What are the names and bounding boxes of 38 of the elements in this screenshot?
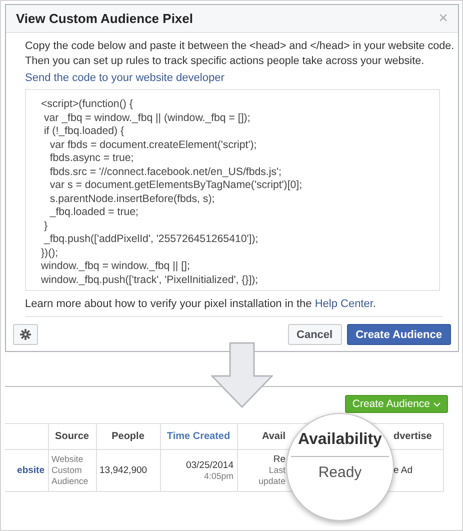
settings-button[interactable] [13, 324, 38, 345]
dialog-title: View Custom Audience Pixel [16, 11, 194, 26]
people-count: 13,942,900 [100, 465, 148, 476]
code-line: window._fbq = window._fbq || []; [41, 260, 191, 274]
code-line: })(); [41, 246, 60, 260]
action-link[interactable]: e Ad [394, 465, 413, 476]
status-text: Re [273, 454, 286, 465]
code-line: fbds.async = true; [48, 152, 135, 166]
code-line: } [42, 220, 48, 233]
code-line: s.parentNode.insertBefore(fbds, s); [48, 192, 216, 206]
updated-text: Last update [258, 465, 286, 487]
send-code-link[interactable]: Send the code to your website developer [25, 72, 224, 84]
code-line: var fbds = document.createElement('script'); [48, 138, 258, 152]
magnified-value: Ready [318, 464, 362, 481]
code-line: window._fbq.push(['track', 'PixelInitialized', {}]); [41, 274, 260, 287]
caret-icon [433, 402, 441, 406]
instruction-text: Copy the code below and paste it between the <head> and </head> in your website code. [25, 39, 452, 54]
audience-name-link[interactable]: ebsite [17, 465, 44, 476]
code-line: if (!_fbq.loaded) { [42, 125, 126, 138]
source-text: Website Custom Audience [52, 454, 90, 487]
column-header[interactable]: Avail [262, 431, 286, 442]
help-text: Learn more about how to verify your pixel installation in the [25, 298, 313, 310]
create-audience-button[interactable]: Create Audience [346, 324, 451, 345]
settings-icon [20, 329, 31, 340]
code-line: <script>(function() { [41, 98, 134, 112]
instruction-text: Then you can set up rules to track specific actions people take across your website. [25, 54, 426, 68]
date-text: 03/25/2014 [184, 460, 234, 470]
help-center-link[interactable]: Help Center [314, 298, 373, 310]
column-header[interactable]: dvertise [394, 431, 432, 442]
time-text: 4:05pm [203, 470, 234, 482]
code-line: var s = document.getElementsByTagName('script')[0]; [48, 179, 304, 192]
code-line: _fbq.push(['addPixelId', '255726451265410']); [42, 233, 260, 246]
magnified-header: Availability [291, 431, 389, 457]
help-text: . [372, 298, 376, 310]
code-line: _fbq.loaded = true; [48, 206, 140, 220]
cancel-button[interactable]: Cancel [288, 324, 342, 345]
code-line: var _fbq = window._fbq || (window._fbq = []); [42, 112, 252, 125]
code-line: fbds.src = '//connect.facebook.net/en_US/fbds.js'; [48, 166, 282, 179]
